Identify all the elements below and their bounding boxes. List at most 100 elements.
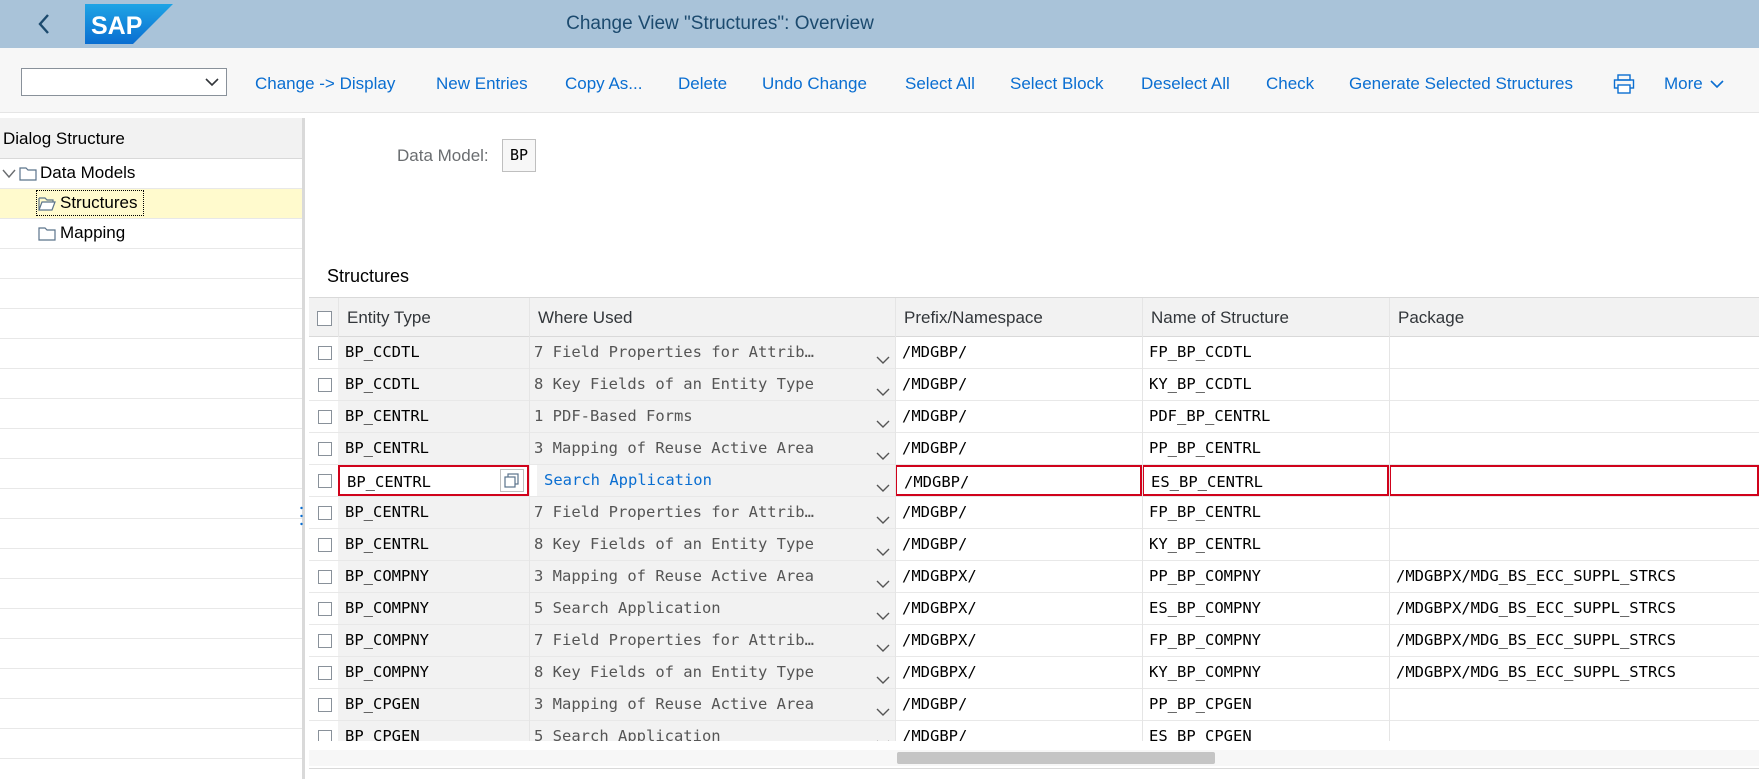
row-checkbox[interactable]	[318, 410, 332, 424]
package-cell[interactable]	[1389, 369, 1759, 400]
table-row[interactable]: BP_COMPNY 3 Mapping of Reuse Active Area /…	[309, 561, 1759, 593]
table-row[interactable]: BP_CPGEN 3 Mapping of Reuse Active Area/M…	[309, 689, 1759, 721]
where-used-cell[interactable]: 3 Mapping of Reuse Active Area	[527, 433, 871, 464]
where-used-dropdown[interactable]	[871, 369, 895, 400]
where-used-dropdown[interactable]	[871, 625, 895, 656]
select-all-checkbox[interactable]	[317, 311, 332, 326]
structure-name-cell[interactable]: PP_BP_COMPNY	[1142, 561, 1389, 592]
structure-name-cell[interactable]: ES_BP_CPGEN	[1142, 721, 1389, 741]
package-cell[interactable]: /MDGBPX/MDG_BS_ECC_SUPPL_STRCS	[1389, 593, 1759, 624]
where-used-cell[interactable]: 7 Field Properties for Attrib…	[527, 625, 871, 656]
where-used-cell[interactable]: 3 Mapping of Reuse Active Area	[527, 689, 871, 720]
entity-type-cell[interactable]: BP_COMPNY	[338, 593, 529, 624]
tree-item-data-models[interactable]: Data Models	[0, 159, 302, 189]
prefix-cell[interactable]: /MDGBP/	[895, 689, 1142, 720]
package-cell[interactable]: /MDGBPX/MDG_BS_ECC_SUPPL_STRCS	[1389, 657, 1759, 688]
delete-button[interactable]: Delete	[678, 74, 727, 94]
entity-type-cell[interactable]: BP_CENTRL	[338, 401, 529, 432]
where-used-dropdown[interactable]	[871, 657, 895, 688]
table-row[interactable]: BP_CCDTL 7 Field Properties for Attrib… /M…	[309, 337, 1759, 369]
row-checkbox[interactable]	[318, 602, 332, 616]
chevron-down-icon[interactable]	[876, 738, 890, 741]
value-help-button[interactable]	[500, 469, 524, 492]
package-cell[interactable]	[1389, 529, 1759, 560]
prefix-cell[interactable]: /MDGBP/	[895, 401, 1142, 432]
prefix-cell[interactable]: /MDGBP/	[895, 497, 1142, 528]
where-used-dropdown[interactable]	[871, 561, 895, 592]
select-all-button[interactable]: Select All	[905, 74, 975, 94]
structure-name-cell[interactable]: FP_BP_CCDTL	[1142, 337, 1389, 368]
package-cell[interactable]: /MDGBPX/MDG_BS_ECC_SUPPL_STRCS	[1389, 561, 1759, 592]
entity-type-cell[interactable]: BP_COMPNY	[338, 625, 529, 656]
copy-as-button[interactable]: Copy As...	[565, 74, 642, 94]
check-button[interactable]: Check	[1266, 74, 1314, 94]
structure-name-cell[interactable]: KY_BP_CCDTL	[1142, 369, 1389, 400]
where-used-cell[interactable]: 7 Field Properties for Attrib…	[527, 497, 871, 528]
structure-name-cell[interactable]: KY_BP_CENTRL	[1142, 529, 1389, 560]
where-used-cell[interactable]: 8 Key Fields of an Entity Type	[527, 657, 871, 688]
table-row[interactable]: BP_CCDTL 8 Key Fields of an Entity Type/M…	[309, 369, 1759, 401]
structure-name-cell[interactable]: PP_BP_CPGEN	[1142, 689, 1389, 720]
generate-selected-structures-button[interactable]: Generate Selected Structures	[1349, 74, 1573, 94]
row-checkbox[interactable]	[318, 506, 332, 520]
where-used-dropdown[interactable]	[871, 465, 895, 496]
package-cell[interactable]	[1389, 401, 1759, 432]
chevron-down-icon[interactable]	[876, 674, 890, 686]
package-cell[interactable]	[1389, 465, 1759, 496]
row-checkbox[interactable]	[318, 346, 332, 360]
structure-name-cell[interactable]: ES_BP_CENTRL	[1142, 465, 1389, 496]
where-used-cell[interactable]: 1 PDF-Based Forms	[527, 401, 871, 432]
package-cell[interactable]	[1389, 721, 1759, 741]
where-used-cell[interactable]: 5 Search Application	[527, 593, 871, 624]
prefix-cell[interactable]: /MDGBP/	[895, 369, 1142, 400]
structure-name-cell[interactable]: FP_BP_COMPNY	[1142, 625, 1389, 656]
where-used-dropdown[interactable]	[871, 401, 895, 432]
row-checkbox[interactable]	[318, 538, 332, 552]
row-checkbox[interactable]	[318, 698, 332, 712]
row-checkbox[interactable]	[318, 442, 332, 456]
structure-name-cell[interactable]: ES_BP_COMPNY	[1142, 593, 1389, 624]
entity-type-cell[interactable]: BP_COMPNY	[338, 561, 529, 592]
chevron-down-icon[interactable]	[876, 578, 890, 590]
structure-name-cell[interactable]: PP_BP_CENTRL	[1142, 433, 1389, 464]
where-used-cell[interactable]: 3 Mapping of Reuse Active Area	[527, 561, 871, 592]
prefix-cell[interactable]: /MDGBP/	[895, 529, 1142, 560]
structure-name-cell[interactable]: PDF_BP_CENTRL	[1142, 401, 1389, 432]
where-used-cell[interactable]: 7 Field Properties for Attrib…	[527, 337, 871, 368]
where-used-dropdown[interactable]	[871, 337, 895, 368]
table-row[interactable]: BP_CENTRL 8 Key Fields of an Entity Type /…	[309, 529, 1759, 561]
row-checkbox[interactable]	[318, 730, 332, 741]
column-header-name-of-structure[interactable]: Name of Structure	[1142, 298, 1389, 337]
tree-item-structures[interactable]: Structures	[0, 189, 302, 219]
entity-type-cell[interactable]: BP_CCDTL	[338, 337, 529, 368]
row-checkbox[interactable]	[318, 666, 332, 680]
data-model-field[interactable]: BP	[502, 139, 536, 172]
table-row[interactable]: BP_CPGEN 5 Search Application/MDGBP/ES_BP…	[309, 721, 1759, 741]
print-button[interactable]	[1613, 74, 1635, 94]
table-row[interactable]: BP_CENTRL Search Application/MDGBP/ES_BP_…	[309, 465, 1759, 497]
prefix-cell[interactable]: /MDGBPX/	[895, 593, 1142, 624]
where-used-dropdown[interactable]	[871, 433, 895, 464]
entity-type-cell[interactable]: BP_CENTRL	[338, 529, 529, 560]
horizontal-scrollbar-thumb[interactable]	[897, 752, 1215, 764]
entity-type-cell[interactable]: BP_CCDTL	[338, 369, 529, 400]
chevron-down-icon[interactable]	[876, 418, 890, 430]
table-row[interactable]: BP_COMPNY 5 Search Application/MDGBPX/ES_…	[309, 593, 1759, 625]
entity-type-cell[interactable]: BP_CENTRL	[338, 497, 529, 528]
chevron-down-icon[interactable]	[876, 706, 890, 718]
chevron-down-icon[interactable]	[876, 514, 890, 526]
chevron-down-icon[interactable]	[2, 168, 16, 180]
where-used-cell[interactable]: 8 Key Fields of an Entity Type	[527, 529, 871, 560]
command-select[interactable]	[21, 68, 227, 96]
table-row[interactable]: BP_CENTRL 1 PDF-Based Forms/MDGBP/PDF_BP_…	[309, 401, 1759, 433]
column-header-package[interactable]: Package	[1389, 298, 1759, 337]
entity-type-cell[interactable]: BP_CPGEN	[338, 689, 529, 720]
package-cell[interactable]: /MDGBPX/MDG_BS_ECC_SUPPL_STRCS	[1389, 625, 1759, 656]
column-header-entity-type[interactable]: Entity Type	[338, 298, 559, 337]
row-checkbox[interactable]	[318, 474, 332, 488]
entity-type-cell[interactable]: BP_CENTRL	[338, 433, 529, 464]
where-used-dropdown[interactable]	[871, 721, 895, 741]
structure-name-cell[interactable]: FP_BP_CENTRL	[1142, 497, 1389, 528]
where-used-dropdown[interactable]	[871, 689, 895, 720]
entity-type-cell[interactable]: BP_CPGEN	[338, 721, 529, 741]
